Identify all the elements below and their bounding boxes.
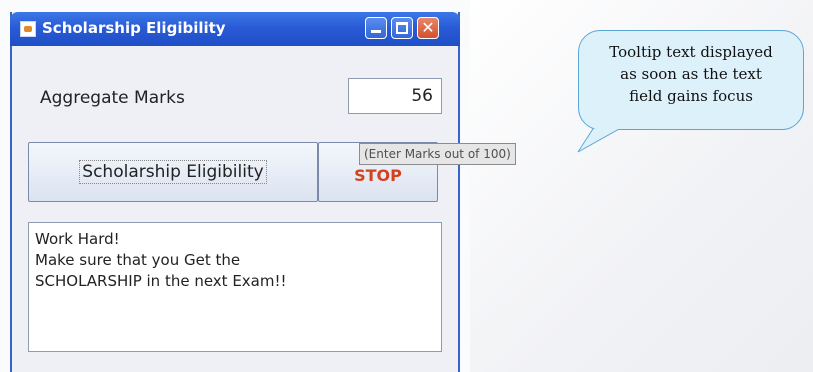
window-title: Scholarship Eligibility [42,19,226,37]
callout-line: as soon as the text [620,65,762,83]
aggregate-marks-label: Aggregate Marks [40,88,185,108]
maximize-button[interactable] [391,17,413,39]
tooltip-callout: Tooltip text displayed as soon as the te… [578,30,804,130]
message-textarea[interactable]: Work Hard! Make sure that you Get the SC… [28,222,442,352]
minimize-icon [371,30,381,33]
callout-line: Tooltip text displayed [609,43,773,61]
close-icon: ✕ [421,18,435,37]
minimize-button[interactable] [365,17,387,39]
message-line: Work Hard! [35,230,120,248]
callout-line: field gains focus [629,87,753,105]
marks-input[interactable]: 56 [348,78,442,114]
close-button[interactable]: ✕ [417,17,439,39]
maximize-icon [396,22,408,34]
java-app-icon [20,21,36,37]
scholarship-eligibility-button[interactable]: Scholarship Eligibility [28,142,318,202]
message-line: SCHOLARSHIP in the next Exam!! [35,272,287,290]
marks-tooltip: (Enter Marks out of 100) [359,143,516,165]
title-bar[interactable]: Scholarship Eligibility ✕ [10,12,460,46]
message-line: Make sure that you Get the [35,251,241,269]
app-window: Scholarship Eligibility ✕ Aggregate Mark… [10,12,460,372]
scholarship-eligibility-label: Scholarship Eligibility [79,160,267,184]
